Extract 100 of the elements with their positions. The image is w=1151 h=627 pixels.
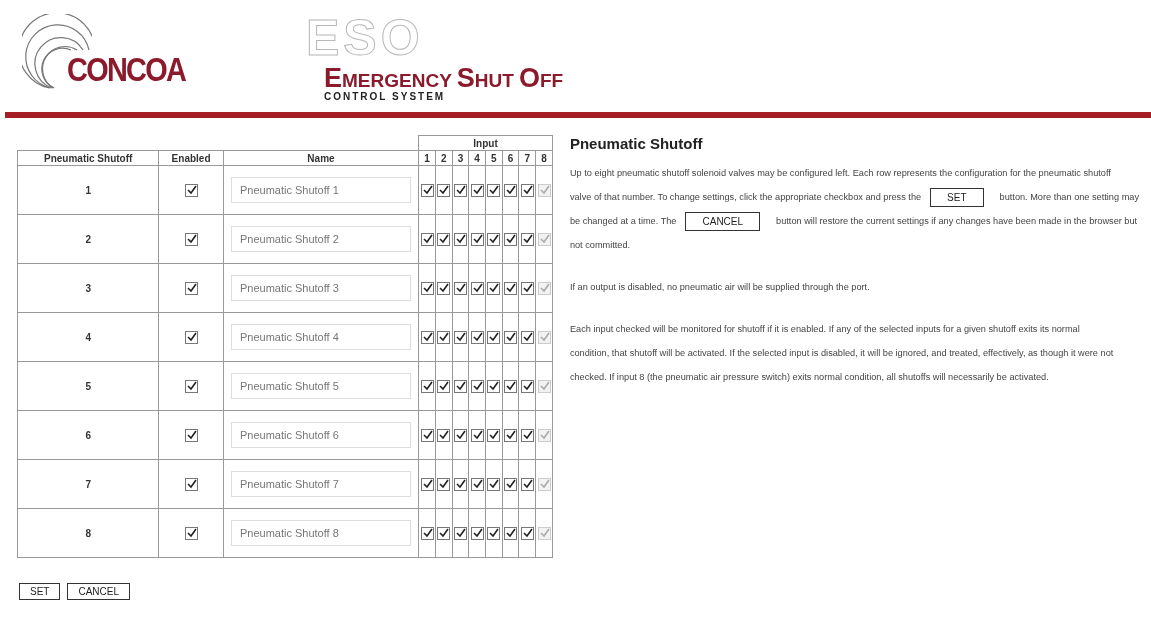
inline-button[interactable]: SET	[930, 187, 984, 207]
checkbox[interactable]	[453, 183, 467, 197]
checkbox[interactable]	[487, 183, 501, 197]
table-cell: 1	[17, 165, 159, 215]
app-subtitle: CONTROL SYSTEM	[324, 91, 446, 102]
checkbox[interactable]	[184, 232, 198, 246]
checkbox[interactable]	[420, 428, 434, 442]
checkbox[interactable]	[470, 428, 484, 442]
checkbox[interactable]	[437, 526, 451, 540]
checkbox[interactable]	[470, 330, 484, 344]
checkbox[interactable]	[520, 379, 534, 393]
checkbox[interactable]	[504, 330, 518, 344]
checkbox[interactable]	[420, 281, 434, 295]
app-title: EMERGENCY SHUT OFF	[324, 63, 565, 94]
table-cell: 5	[17, 361, 159, 411]
checkbox[interactable]	[487, 379, 501, 393]
table-cell: 8	[17, 508, 159, 558]
checkbox[interactable]	[520, 526, 534, 540]
checkbox[interactable]	[437, 428, 451, 442]
table-cell: 3	[17, 263, 159, 313]
checkbox[interactable]	[487, 477, 501, 491]
checkbox[interactable]	[470, 477, 484, 491]
checkbox[interactable]	[470, 379, 484, 393]
checkbox[interactable]	[520, 183, 534, 197]
checkbox[interactable]	[184, 428, 198, 442]
brand-logo-text: CONCOA	[67, 49, 186, 89]
checkbox[interactable]	[184, 183, 198, 197]
input-field[interactable]: Pneumatic Shutoff 1	[230, 177, 411, 203]
column-header: Enabled	[158, 150, 224, 166]
checkbox[interactable]	[520, 477, 534, 491]
checkbox[interactable]	[520, 330, 534, 344]
checkbox[interactable]	[520, 232, 534, 246]
checkbox[interactable]	[487, 281, 501, 295]
input-field[interactable]: Pneumatic Shutoff 6	[230, 422, 411, 448]
input-field[interactable]: Pneumatic Shutoff 7	[230, 471, 411, 497]
input-field[interactable]: Pneumatic Shutoff 8	[230, 520, 411, 546]
checkbox[interactable]	[420, 330, 434, 344]
checkbox[interactable]	[420, 379, 434, 393]
checkbox[interactable]	[520, 428, 534, 442]
checkbox[interactable]	[504, 477, 518, 491]
checkbox[interactable]	[470, 281, 484, 295]
checkbox[interactable]	[437, 281, 451, 295]
column-header: 2	[435, 150, 453, 166]
help-text: valve of that number. To change settings, click the appropriate checkbox and press the	[569, 192, 922, 202]
checkbox[interactable]	[184, 379, 198, 393]
table-cell: 6	[17, 410, 159, 460]
checkbox[interactable]	[453, 477, 467, 491]
checkbox[interactable]	[487, 428, 501, 442]
checkbox[interactable]	[504, 379, 518, 393]
checkbox[interactable]	[453, 281, 467, 295]
checkbox[interactable]	[184, 526, 198, 540]
checkbox[interactable]	[437, 477, 451, 491]
checkbox[interactable]	[504, 428, 518, 442]
checkbox[interactable]	[437, 232, 451, 246]
input-field[interactable]: Pneumatic Shutoff 2	[230, 226, 411, 252]
checkbox[interactable]	[487, 526, 501, 540]
checkbox[interactable]	[420, 477, 434, 491]
cancel-button[interactable]: CANCEL	[67, 583, 131, 600]
column-header: 3	[452, 150, 469, 166]
input-field[interactable]: Pneumatic Shutoff 5	[230, 373, 411, 399]
checkbox[interactable]	[504, 526, 518, 540]
column-header: 1	[418, 150, 436, 166]
checkbox[interactable]	[437, 379, 451, 393]
help-text: button will restore the current settings if any changes have been made in the browser but	[776, 216, 1138, 226]
checkbox[interactable]	[504, 232, 518, 246]
checkbox[interactable]	[420, 232, 434, 246]
inline-button[interactable]: CANCEL	[685, 211, 761, 231]
checkbox[interactable]	[504, 281, 518, 295]
column-header: 8	[535, 150, 553, 166]
checkbox[interactable]	[453, 428, 467, 442]
checkbox[interactable]	[420, 526, 434, 540]
checkbox[interactable]	[453, 526, 467, 540]
checkbox[interactable]	[504, 183, 518, 197]
checkbox[interactable]	[437, 183, 451, 197]
checkbox[interactable]	[487, 330, 501, 344]
help-text: Up to eight pneumatic shutoff solenoid valves may be configured left. Each row represents the configuration for the pneumatic shutoff	[569, 168, 1111, 178]
watermark-letters: ESO	[306, 13, 424, 63]
help-text: checked. If input 8 (the pneumatic air pressure switch) exits normal condition, all shutoffs will necessarily be activated.	[569, 372, 1049, 382]
checkbox[interactable]	[453, 330, 467, 344]
table-cell: 4	[17, 312, 159, 362]
input-field[interactable]: Pneumatic Shutoff 3	[230, 275, 411, 301]
input-field[interactable]: Pneumatic Shutoff 4	[230, 324, 411, 350]
set-button[interactable]: SET	[19, 583, 61, 600]
checkbox[interactable]	[184, 477, 198, 491]
checkbox[interactable]	[470, 232, 484, 246]
checkbox[interactable]	[437, 330, 451, 344]
checkbox[interactable]	[470, 526, 484, 540]
checkbox[interactable]	[420, 183, 434, 197]
help-text: Each input checked will be monitored for shutoff if it is enabled. If any of the selected inputs for a given shutoff exits its normal	[569, 324, 1080, 334]
checkbox[interactable]	[470, 183, 484, 197]
column-header: 7	[518, 150, 536, 166]
checkbox[interactable]	[453, 379, 467, 393]
checkbox[interactable]	[184, 330, 198, 344]
help-text: be changed at a time. The	[569, 216, 677, 226]
help-text: If an output is disabled, no pneumatic air will be supplied through the port.	[569, 282, 870, 292]
checkbox[interactable]	[487, 232, 501, 246]
column-group-header: Input	[418, 135, 553, 151]
checkbox[interactable]	[453, 232, 467, 246]
checkbox[interactable]	[184, 281, 198, 295]
checkbox[interactable]	[520, 281, 534, 295]
